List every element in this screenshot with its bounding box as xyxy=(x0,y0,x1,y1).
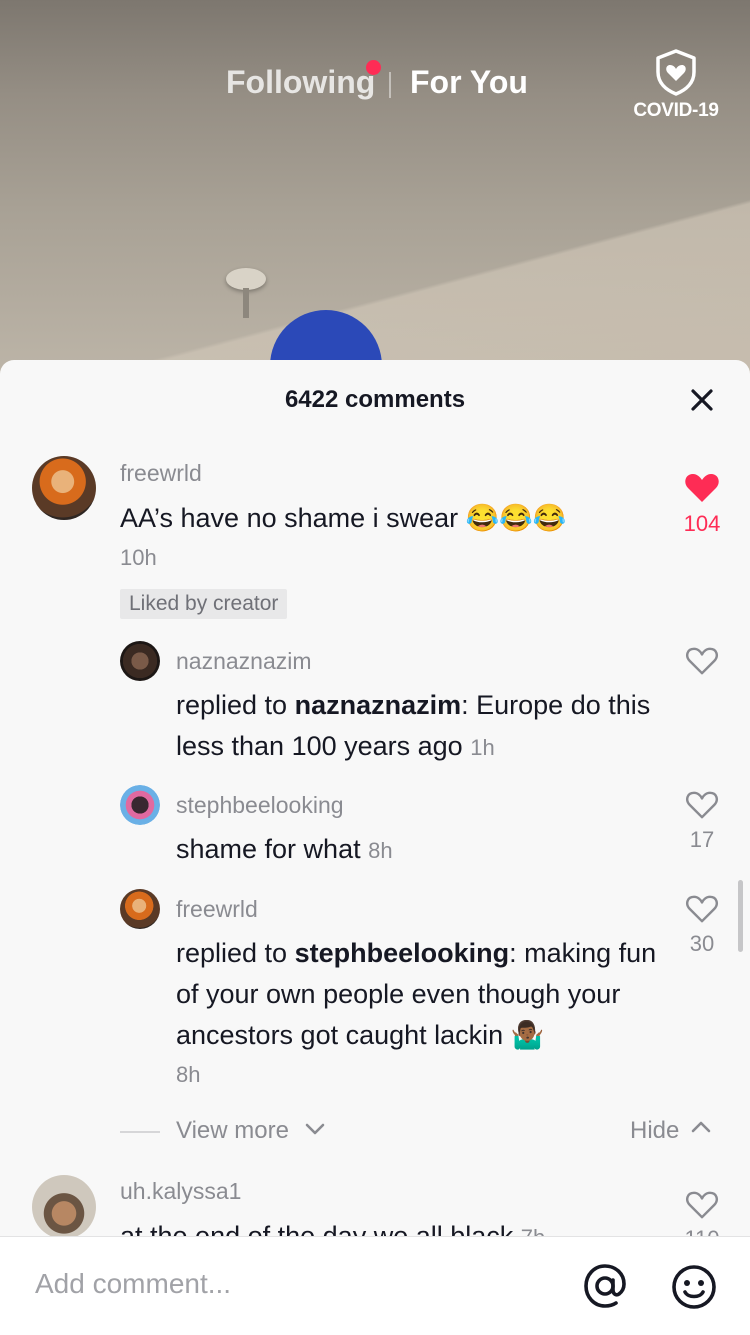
covid-button[interactable]: COVID-19 xyxy=(630,48,722,122)
chevron-up-icon[interactable] xyxy=(690,1119,712,1135)
heart-outline-icon[interactable] xyxy=(685,790,719,820)
comment-time: 1h xyxy=(470,735,495,760)
close-icon[interactable] xyxy=(686,384,718,416)
comment-username[interactable]: naznaznazim xyxy=(176,648,312,675)
tab-divider xyxy=(389,72,391,98)
mention-link[interactable]: naznaznazim xyxy=(295,690,462,720)
tab-for-you[interactable]: For You xyxy=(410,64,528,101)
like-count: 30 xyxy=(689,931,715,956)
comment-text: AA’s have no shame i swear 😂😂😂 xyxy=(120,503,567,533)
replies-controls: View more Hide xyxy=(120,1117,720,1147)
comment-time: 8h xyxy=(368,838,393,863)
chevron-down-icon[interactable] xyxy=(304,1121,326,1137)
heart-outline-icon[interactable] xyxy=(685,646,719,676)
mention-at-icon[interactable] xyxy=(582,1263,628,1309)
tab-following[interactable]: Following xyxy=(226,64,375,101)
liked-by-creator-badge: Liked by creator xyxy=(120,589,288,619)
divider-line xyxy=(120,1131,160,1133)
covid-label: COVID-19 xyxy=(633,100,719,121)
reply-prefix: replied to xyxy=(176,938,295,968)
ceiling-light-stem xyxy=(243,288,249,318)
avatar[interactable] xyxy=(120,889,160,929)
heart-outline-icon[interactable] xyxy=(685,894,719,924)
ceiling-light xyxy=(226,268,266,290)
like-count: 104 xyxy=(683,511,721,536)
avatar[interactable] xyxy=(32,1175,96,1239)
comment-text: shame for what 8h xyxy=(176,829,666,871)
comments-sheet: 6422 comments freewrld AA’s have no sham… xyxy=(0,360,750,1334)
comment-username[interactable]: uh.kalyssa1 xyxy=(120,1178,241,1205)
avatar[interactable] xyxy=(120,785,160,825)
comment-input[interactable]: Add comment... xyxy=(35,1268,231,1300)
heart-outline-icon[interactable] xyxy=(685,1190,719,1220)
avatar[interactable] xyxy=(120,641,160,681)
comment-body: shame for what xyxy=(176,834,361,864)
emoji-smile-icon[interactable] xyxy=(670,1263,718,1311)
reply-prefix: replied to xyxy=(176,690,295,720)
comment-username[interactable]: stephbeelooking xyxy=(176,792,344,819)
comment-username[interactable]: freewrld xyxy=(120,460,202,487)
comments-count-title: 6422 comments xyxy=(284,386,466,413)
mention-link[interactable]: stephbeelooking xyxy=(295,938,510,968)
avatar[interactable] xyxy=(32,456,96,520)
comment-text: replied to stephbeelooking: making fun o… xyxy=(176,933,666,1056)
heart-filled-icon[interactable] xyxy=(684,472,720,504)
comment-text: replied to naznaznazim: Europe do this l… xyxy=(176,685,666,768)
notification-dot xyxy=(366,60,381,75)
scrollbar[interactable] xyxy=(738,880,743,952)
comment-username[interactable]: freewrld xyxy=(176,896,258,923)
comment-time: 8h xyxy=(176,1062,201,1087)
shield-heart-icon xyxy=(656,49,696,96)
comment-input-bar: Add comment... xyxy=(0,1236,750,1335)
view-more-button[interactable]: View more xyxy=(176,1117,289,1145)
comment-time: 10h xyxy=(120,545,157,570)
hide-replies-button[interactable]: Hide xyxy=(630,1117,679,1145)
like-count: 17 xyxy=(689,827,715,852)
